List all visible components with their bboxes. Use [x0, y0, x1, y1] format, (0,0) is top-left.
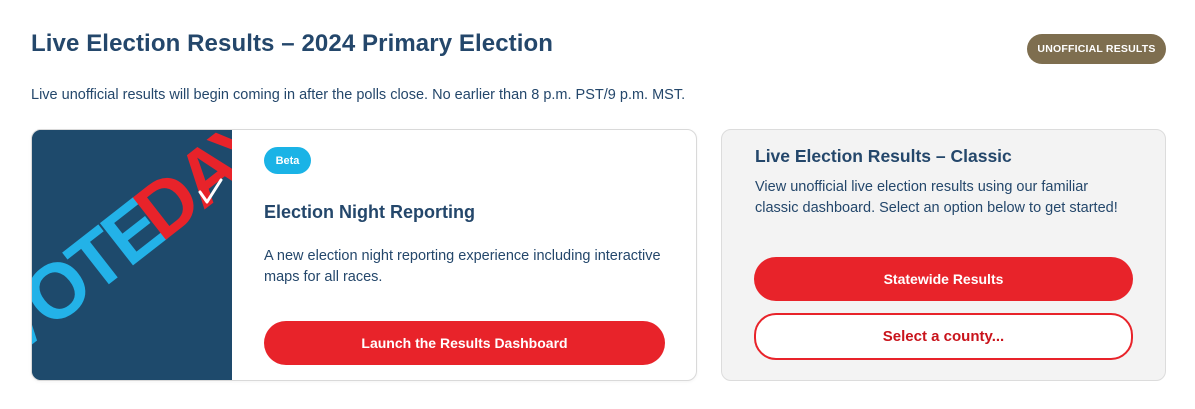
statewide-results-button[interactable]: Statewide Results [754, 257, 1133, 301]
status-badge: UNOFFICIAL RESULTS [1027, 34, 1166, 64]
card-description: A new election night reporting experienc… [264, 248, 661, 285]
launch-dashboard-button[interactable]: Launch the Results Dashboard [264, 321, 665, 365]
card-title: Election Night Reporting [264, 202, 475, 222]
page-subtitle: Live unofficial results will begin comin… [31, 87, 686, 103]
beta-badge: Beta [264, 147, 311, 174]
classic-results-card: Live Election Results – Classic View uno… [721, 129, 1166, 381]
election-night-reporting-card: VOTE DAY Beta Election Night Reporting A… [31, 129, 697, 381]
page-title: Live Election Results – 2024 Primary Ele… [31, 30, 554, 57]
county-select[interactable]: Select a county... [754, 313, 1133, 360]
card-title: Live Election Results – Classic [755, 146, 1012, 166]
card-description: View unofficial live election results us… [755, 179, 1118, 216]
vote-day-image: VOTE DAY [32, 130, 232, 380]
